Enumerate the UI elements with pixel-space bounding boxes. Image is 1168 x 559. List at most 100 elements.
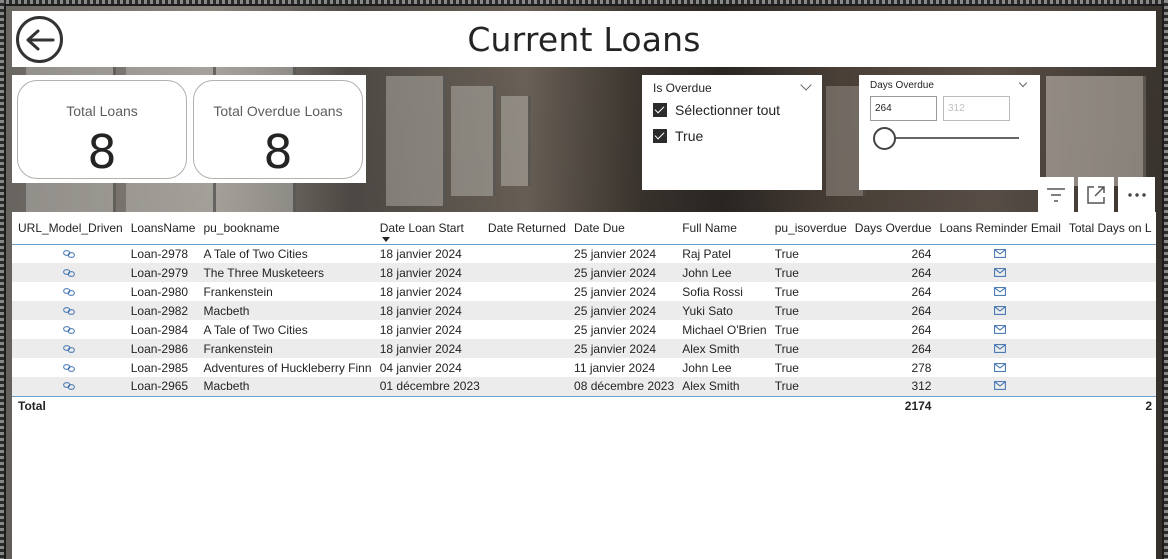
column-header-total-days[interactable]: Total Days on L: [1065, 212, 1156, 244]
cell-days: 264: [911, 246, 932, 261]
link-icon[interactable]: [63, 382, 76, 391]
cell-returned: [484, 263, 570, 282]
url-cell[interactable]: [12, 282, 127, 301]
slicer-option-select-all[interactable]: Sélectionner tout: [653, 102, 780, 118]
back-button[interactable]: [16, 16, 63, 63]
filter-button[interactable]: [1038, 177, 1074, 212]
cell-days: 264: [911, 265, 932, 280]
slicer-option-true[interactable]: True: [653, 128, 703, 144]
reminder-email-cell[interactable]: [935, 358, 1064, 377]
url-cell[interactable]: [12, 301, 127, 320]
table-row[interactable]: Loan-2979 The Three Musketeers 18 janvier …: [12, 263, 1156, 282]
link-icon[interactable]: [63, 268, 76, 277]
total-days-on-loan: 2: [1145, 399, 1152, 414]
url-cell[interactable]: [12, 358, 127, 377]
cell-start: 18 janvier 2024: [379, 341, 462, 356]
column-header-date-loan-start[interactable]: Date Loan Start: [376, 212, 484, 244]
max-value-input[interactable]: 312: [943, 96, 1010, 121]
cell-due: 08 décembre 2023: [574, 379, 675, 394]
cell-book: Frankenstein: [203, 341, 273, 356]
cell-overdue: True: [774, 379, 799, 394]
column-header-date-due[interactable]: Date Due: [570, 212, 678, 244]
cell-due: 11 janvier 2024: [574, 360, 656, 375]
column-header-url[interactable]: URL_Model_Driven: [12, 212, 127, 244]
cell-start: 18 janvier 2024: [379, 284, 462, 299]
mail-icon[interactable]: [994, 267, 1007, 277]
chevron-down-icon[interactable]: [1018, 78, 1028, 88]
column-header-bookname[interactable]: pu_bookname: [199, 212, 375, 244]
mail-icon[interactable]: [994, 324, 1007, 334]
cell-loan: Loan-2965: [130, 379, 189, 394]
range-slider-track[interactable]: [879, 137, 1019, 139]
reminder-email-cell[interactable]: [935, 320, 1064, 339]
table-row[interactable]: Loan-2978 A Tale of Two Cities 18 janvier …: [12, 244, 1156, 263]
cell-total-days: [1065, 301, 1156, 320]
mail-icon[interactable]: [994, 343, 1007, 353]
reminder-email-cell[interactable]: [935, 263, 1064, 282]
cell-returned: [484, 358, 570, 377]
cell-loan: Loan-2985: [130, 360, 189, 375]
cell-days: 264: [911, 303, 932, 318]
column-header-reminder-email[interactable]: Loans Reminder Email: [935, 212, 1064, 244]
mail-icon[interactable]: [994, 305, 1007, 315]
reminder-email-cell[interactable]: [935, 339, 1064, 358]
link-icon[interactable]: [63, 344, 76, 353]
url-cell[interactable]: [12, 244, 127, 263]
min-value-input[interactable]: 264: [870, 96, 937, 121]
url-cell[interactable]: [12, 339, 127, 358]
table-row[interactable]: Loan-2986 Frankenstein 18 janvier 2024 25 j…: [12, 339, 1156, 358]
link-icon[interactable]: [63, 325, 76, 334]
cell-loan: Loan-2986: [130, 341, 189, 356]
canvas-border: [0, 0, 4, 559]
column-header-loansname[interactable]: LoansName: [127, 212, 200, 244]
option-label: True: [675, 128, 704, 144]
url-cell[interactable]: [12, 377, 127, 396]
table-header-row: URL_Model_Driven LoansName pu_bookname D…: [12, 212, 1156, 244]
card-label: Total Loans: [66, 103, 138, 119]
card-value: 8: [263, 125, 293, 179]
table-row[interactable]: Loan-2980 Frankenstein 18 janvier 2024 25 j…: [12, 282, 1156, 301]
mail-icon[interactable]: [994, 381, 1007, 391]
checkbox-checked-icon[interactable]: [653, 103, 667, 117]
table-row[interactable]: Loan-2984 A Tale of Two Cities 18 janvier …: [12, 320, 1156, 339]
url-cell[interactable]: [12, 263, 127, 282]
checkbox-checked-icon[interactable]: [653, 129, 667, 143]
table-row[interactable]: Loan-2982 Macbeth 18 janvier 2024 25 janvie…: [12, 301, 1156, 320]
column-header-full-name[interactable]: Full Name: [678, 212, 771, 244]
link-icon[interactable]: [63, 249, 76, 258]
focus-mode-button[interactable]: [1078, 177, 1114, 212]
link-icon[interactable]: [63, 363, 76, 372]
url-cell[interactable]: [12, 320, 127, 339]
reminder-email-cell[interactable]: [935, 377, 1064, 396]
mail-icon[interactable]: [994, 248, 1007, 258]
table-row[interactable]: Loan-2965 Macbeth 01 décembre 2023 08 décem…: [12, 377, 1156, 396]
total-overdue-loans-card: Total Overdue Loans 8: [193, 80, 363, 179]
column-header-isoverdue[interactable]: pu_isoverdue: [771, 212, 851, 244]
column-header-days-overdue[interactable]: Days Overdue: [851, 212, 936, 244]
cell-days: 264: [911, 341, 932, 356]
range-slider-handle[interactable]: [873, 127, 896, 150]
chevron-down-icon[interactable]: [800, 79, 812, 91]
link-icon[interactable]: [63, 287, 76, 296]
cell-book: Macbeth: [203, 379, 250, 394]
mail-icon[interactable]: [994, 286, 1007, 296]
days-overdue-slicer: Days Overdue 264 312: [859, 75, 1040, 190]
cell-book: A Tale of Two Cities: [203, 322, 308, 337]
cell-due: 25 janvier 2024: [574, 303, 657, 318]
arrow-left-circle-icon: [26, 29, 54, 50]
cell-total-days: [1065, 377, 1156, 396]
header-bar: Current Loans: [12, 11, 1156, 67]
more-options-button[interactable]: [1118, 177, 1155, 212]
reminder-email-cell[interactable]: [935, 301, 1064, 320]
table-row[interactable]: Loan-2985 Adventures of Huckleberry Finn 0…: [12, 358, 1156, 377]
cell-book: The Three Musketeers: [203, 265, 324, 280]
reminder-email-cell[interactable]: [935, 282, 1064, 301]
cell-days: 264: [911, 322, 932, 337]
cell-start: 18 janvier 2024: [379, 265, 462, 280]
cell-name: Michael O'Brien: [682, 322, 767, 337]
reminder-email-cell[interactable]: [935, 244, 1064, 263]
column-header-date-returned[interactable]: Date Returned: [484, 212, 570, 244]
slicer-title: Is Overdue: [653, 81, 712, 95]
mail-icon[interactable]: [994, 362, 1007, 372]
link-icon[interactable]: [63, 306, 76, 315]
